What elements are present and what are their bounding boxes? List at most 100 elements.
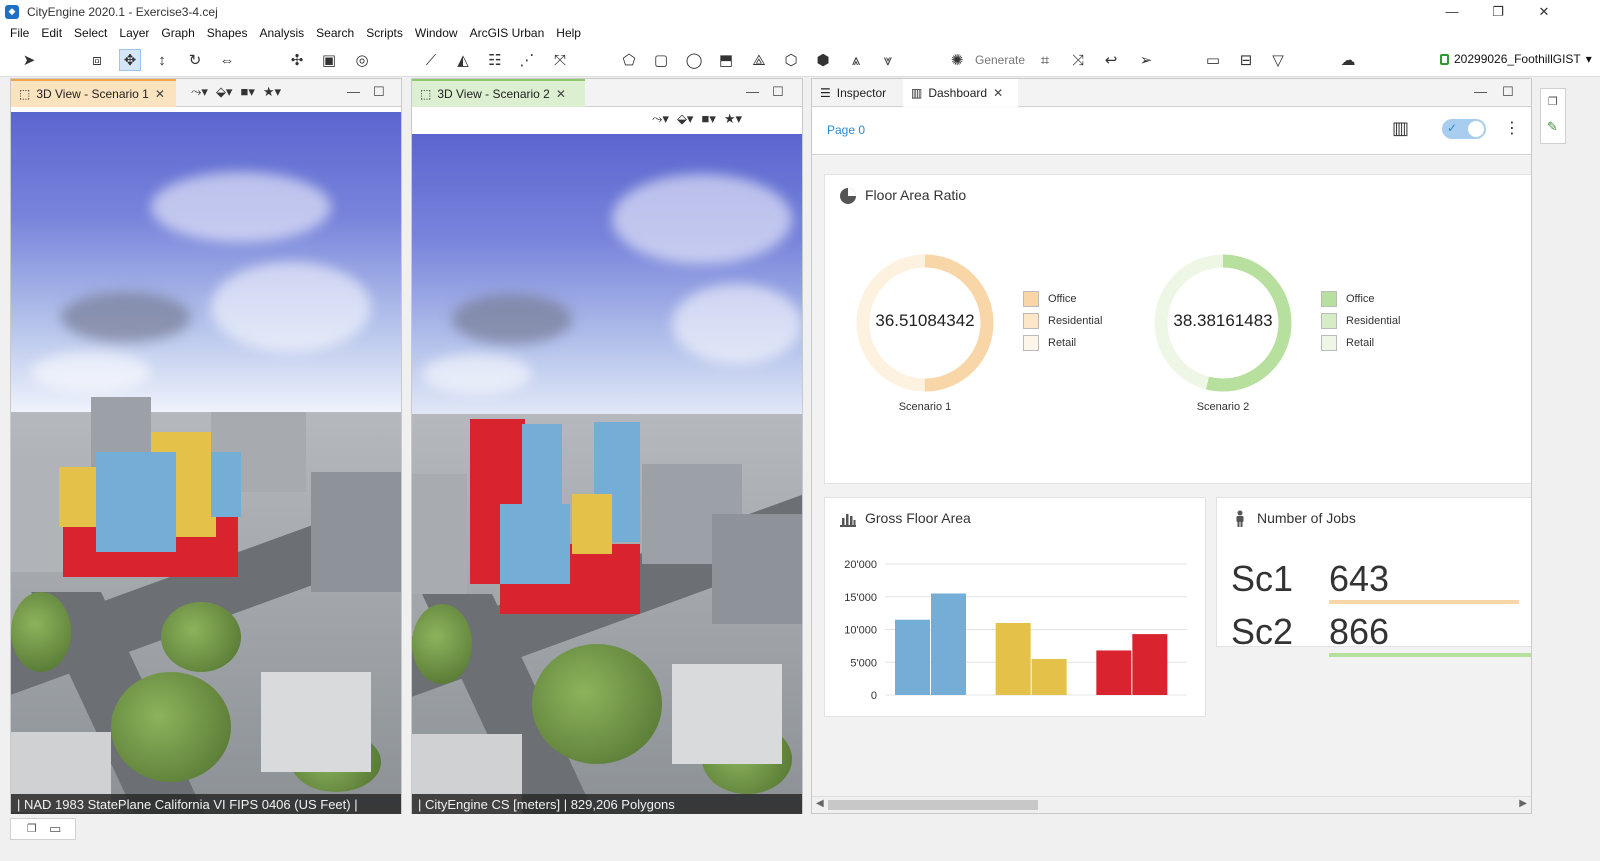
vertex-edit-icon[interactable]: ⟁: [748, 49, 770, 71]
camera-bookmarks-icon[interactable]: ⤳▾: [191, 84, 208, 100]
menu-analysis[interactable]: Analysis: [253, 26, 310, 40]
terrain-icon[interactable]: ⬢: [812, 49, 834, 71]
generate-icon[interactable]: ✺: [946, 49, 968, 71]
office-block-scenario-2[interactable]: [500, 504, 570, 584]
circle-shape-icon[interactable]: ◯: [683, 49, 705, 71]
select-tool-icon[interactable]: ➤: [18, 49, 40, 71]
menu-arcgis-urban[interactable]: ArcGIS Urban: [464, 26, 551, 40]
maximize-panel-icon[interactable]: ☐: [1502, 84, 1514, 100]
horizontal-scrollbar[interactable]: ◀ ▶: [812, 796, 1531, 813]
office-tower-scenario-1[interactable]: [211, 452, 241, 517]
rotate-tool-icon[interactable]: ↻: [184, 49, 206, 71]
polygon-shape-icon[interactable]: ⬠: [618, 49, 640, 71]
viewshed-icon[interactable]: ⊟: [1235, 49, 1257, 71]
folder-icon[interactable]: ▭: [49, 821, 61, 837]
scale-tool-icon[interactable]: ⇔: [216, 49, 238, 71]
menu-window[interactable]: Window: [409, 26, 464, 40]
office-tower-scenario-1[interactable]: [96, 452, 176, 552]
maximize-panel-icon[interactable]: ☐: [373, 84, 385, 100]
viewport-scenario-1[interactable]: | NAD 1983 StatePlane California VI FIPS…: [11, 112, 401, 814]
align-terrain-icon[interactable]: ⩓: [845, 49, 867, 71]
camera-icon[interactable]: ■▾: [240, 84, 254, 100]
bar-office-series-1[interactable]: [895, 619, 930, 695]
close-button[interactable]: ✕: [1524, 0, 1564, 23]
bookmark-star-icon[interactable]: ★▾: [263, 84, 281, 100]
scroll-right-icon[interactable]: ▶: [1519, 798, 1527, 809]
frame-selection-icon[interactable]: ⧈: [86, 49, 108, 71]
menu-layer[interactable]: Layer: [113, 26, 155, 40]
move-tool-icon[interactable]: ✥: [119, 49, 141, 71]
legend-retail-2[interactable]: Retail: [1321, 335, 1374, 351]
menu-file[interactable]: File: [4, 26, 35, 40]
camera-bookmarks-icon[interactable]: ⤳▾: [652, 111, 669, 127]
edit-note-icon[interactable]: ✎: [1547, 119, 1558, 135]
close-icon[interactable]: ✕: [556, 87, 566, 101]
restore-icon[interactable]: ❐: [27, 822, 37, 835]
generate-label[interactable]: Generate: [975, 53, 1025, 67]
street-network-icon[interactable]: ⤧: [549, 49, 571, 71]
minimize-panel-icon[interactable]: —: [746, 84, 759, 99]
legend-office-2[interactable]: Office: [1321, 291, 1375, 307]
pan-icon[interactable]: ▣: [318, 49, 340, 71]
restore-views-icon[interactable]: ❐: [1548, 95, 1558, 108]
more-options-icon[interactable]: ⋮: [1504, 118, 1520, 138]
link-toggle[interactable]: ✓: [1442, 119, 1486, 139]
tab-3d-view-scenario-2[interactable]: ⬚ 3D View - Scenario 2 ✕: [412, 79, 585, 107]
bookmark-star-icon[interactable]: ★▾: [724, 111, 742, 127]
viewport-scenario-2[interactable]: | CityEngine CS [meters] | 829,206 Polyg…: [412, 134, 802, 814]
menu-help[interactable]: Help: [550, 26, 587, 40]
tab-inspector[interactable]: ☰ Inspector: [812, 79, 902, 107]
legend-residential-1[interactable]: Residential: [1023, 313, 1102, 329]
residential-block-scenario-2[interactable]: [572, 494, 612, 554]
residential-block-scenario-1[interactable]: [59, 467, 99, 527]
view-dome-icon[interactable]: ▽: [1267, 49, 1289, 71]
menu-select[interactable]: Select: [68, 26, 113, 40]
random-seed-icon[interactable]: ⤨: [1067, 49, 1089, 71]
legend-office-1[interactable]: Office: [1023, 291, 1077, 307]
close-icon[interactable]: ✕: [993, 86, 1003, 100]
tab-dashboard[interactable]: ▥ Dashboard ✕: [903, 79, 1018, 107]
street-freehand-icon[interactable]: ◭: [452, 49, 474, 71]
extrude-icon[interactable]: ⬒: [715, 49, 737, 71]
close-icon[interactable]: ✕: [155, 87, 165, 101]
menu-search[interactable]: Search: [310, 26, 360, 40]
mesh-icon[interactable]: ⬡: [780, 49, 802, 71]
restore-button[interactable]: ❐: [1478, 0, 1518, 23]
undo-icon[interactable]: ↩: [1100, 49, 1122, 71]
pointer-icon[interactable]: ➢: [1135, 49, 1157, 71]
minimize-button[interactable]: —: [1432, 0, 1472, 23]
measure-icon[interactable]: ▭: [1202, 49, 1224, 71]
bar-residential-series-1[interactable]: [995, 622, 1031, 695]
align-shapes-icon[interactable]: ⩔: [877, 49, 899, 71]
maximize-panel-icon[interactable]: ☐: [772, 84, 784, 100]
rectangle-shape-icon[interactable]: ▢: [650, 49, 672, 71]
user-account[interactable]: 20299026_FoothillGIST ▾: [1440, 52, 1592, 66]
residential-block-scenario-1[interactable]: [171, 457, 216, 537]
display-options-icon[interactable]: ⬙▾: [216, 84, 233, 100]
move-vertical-icon[interactable]: ↕: [151, 49, 173, 71]
minimize-panel-icon[interactable]: —: [1474, 84, 1487, 99]
scroll-left-icon[interactable]: ◀: [816, 798, 824, 809]
add-chart-icon[interactable]: ▥: [1392, 118, 1409, 139]
street-grid-icon[interactable]: ☷: [484, 49, 506, 71]
page-tab[interactable]: Page 0: [827, 123, 865, 137]
zoom-icon[interactable]: ◎: [351, 49, 373, 71]
weather-icon[interactable]: ☁: [1337, 49, 1359, 71]
menu-edit[interactable]: Edit: [35, 26, 68, 40]
display-options-icon[interactable]: ⬙▾: [677, 111, 694, 127]
menu-scripts[interactable]: Scripts: [360, 26, 409, 40]
menu-graph[interactable]: Graph: [155, 26, 200, 40]
legend-residential-2[interactable]: Residential: [1321, 313, 1400, 329]
camera-icon[interactable]: ■▾: [701, 111, 715, 127]
street-grow-icon[interactable]: ⋰: [516, 49, 538, 71]
cga-icon[interactable]: ⌗: [1034, 49, 1056, 71]
orbit-icon[interactable]: ✣: [286, 49, 308, 71]
tab-3d-view-scenario-1[interactable]: ⬚ 3D View - Scenario 1 ✕: [11, 79, 176, 107]
bar-office-series-2[interactable]: [931, 593, 966, 695]
bar-retail-series-1[interactable]: [1096, 650, 1132, 695]
menu-shapes[interactable]: Shapes: [201, 26, 254, 40]
bar-residential-series-2[interactable]: [1031, 658, 1067, 695]
minimize-panel-icon[interactable]: —: [347, 84, 360, 99]
street-draw-icon[interactable]: ⟋: [420, 49, 442, 71]
legend-retail-1[interactable]: Retail: [1023, 335, 1076, 351]
